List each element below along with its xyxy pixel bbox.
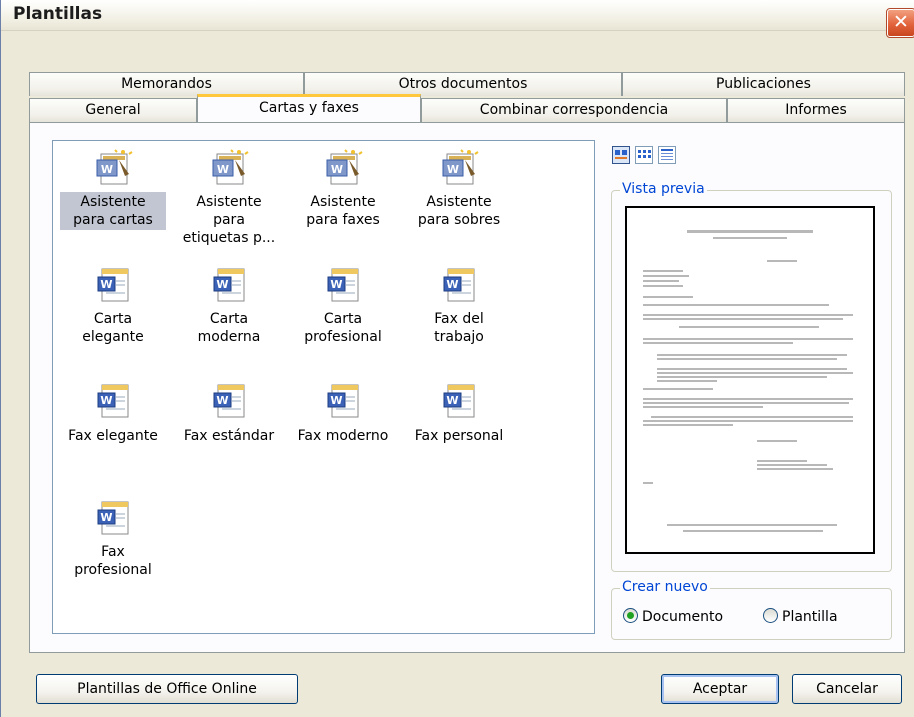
word-template-icon: W [286,377,400,425]
templates-dialog: Plantillas ✕ Memorandos Otros documentos… [0,0,914,717]
tab-cartas-y-faxes[interactable]: Cartas y faxes [197,94,421,122]
close-icon: ✕ [893,11,909,33]
svg-text:W: W [446,278,458,291]
template-label: Carta moderna [197,311,261,345]
template-label: Asistente para faxes [306,194,380,228]
word-template-icon: W [172,261,286,309]
office-online-templates-button[interactable]: Plantillas de Office Online [36,674,298,704]
list-view-button[interactable] [635,146,653,164]
radio-documento[interactable]: Documento [623,608,723,625]
ok-button[interactable]: Aceptar [661,674,779,704]
wizard-icon: W [286,144,400,192]
dialog-title: Plantillas [13,4,103,24]
create-new-legend: Crear nuevo [620,579,710,595]
radio-plantilla[interactable]: Plantilla [763,608,838,625]
template-item[interactable]: W Asistente para faxes [286,144,400,230]
svg-text:W: W [216,394,228,407]
wizard-icon: W [172,144,286,192]
details-view-button[interactable] [658,146,676,164]
svg-text:W: W [446,394,458,407]
svg-text:W: W [330,278,342,291]
template-label: Fax del trabajo [434,311,484,345]
template-label: Asistente para sobres [417,194,501,228]
close-button[interactable]: ✕ [886,8,914,38]
svg-text:W: W [331,163,343,176]
template-item[interactable]: W Fax personal [402,377,516,446]
svg-text:W: W [101,163,113,176]
radio-checked-icon [623,608,638,623]
template-item[interactable]: W Carta profesional [286,261,400,347]
large-icons-view-button[interactable] [612,146,630,164]
template-label: Fax personal [414,428,504,444]
word-template-icon: W [56,261,170,309]
template-label: Fax moderno [297,428,389,444]
tab-general[interactable]: General [29,98,197,122]
svg-text:W: W [100,278,112,291]
details-view-icon [661,149,673,160]
word-template-icon: W [172,377,286,425]
svg-text:W: W [447,163,459,176]
template-item[interactable]: W Carta elegante [56,261,170,347]
template-item[interactable]: W Carta moderna [172,261,286,347]
template-list[interactable]: W Asistente para cartas W Asistente para et… [52,140,595,634]
template-item[interactable]: W Fax elegante [56,377,170,446]
cancel-button[interactable]: Cancelar [792,674,902,704]
template-label: Carta profesional [304,311,382,345]
template-item[interactable]: W Fax del trabajo [402,261,516,347]
template-item[interactable]: W Fax moderno [286,377,400,446]
preview-page-thumbnail [643,230,853,532]
svg-text:W: W [216,278,228,291]
tab-memorandos[interactable]: Memorandos [29,72,304,96]
tab-publicaciones[interactable]: Publicaciones [622,72,905,96]
template-item[interactable]: W Asistente para etiquetas p... [172,144,286,248]
template-label: Asistente para cartas [60,192,166,230]
word-template-icon: W [402,377,516,425]
title-bar[interactable]: Plantillas [1,0,914,31]
template-label: Fax estándar [183,428,275,444]
preview-document [625,206,875,554]
large-icons-view-icon [615,150,627,159]
wizard-icon: W [402,144,516,192]
wizard-icon: W [56,144,170,192]
template-label: Fax elegante [68,428,158,444]
list-view-icon [638,150,651,158]
template-item[interactable]: W Fax profesional [56,494,170,580]
template-label: Asistente para etiquetas p... [182,194,276,246]
tab-otros-documentos[interactable]: Otros documentos [304,72,622,96]
word-template-icon: W [286,261,400,309]
template-item[interactable]: W Asistente para sobres [402,144,516,230]
word-template-icon: W [56,377,170,425]
svg-text:W: W [100,394,112,407]
template-label: Fax profesional [74,544,152,578]
word-template-icon: W [56,494,170,542]
svg-text:W: W [330,394,342,407]
radio-unchecked-icon [763,608,778,623]
svg-text:W: W [217,163,229,176]
template-item[interactable]: W Fax estándar [172,377,286,446]
word-template-icon: W [402,261,516,309]
template-label: Carta elegante [82,311,144,345]
tab-informes[interactable]: Informes [727,98,905,122]
tab-combinar-correspondencia[interactable]: Combinar correspondencia [421,98,727,122]
template-item[interactable]: W Asistente para cartas [56,144,170,230]
preview-legend: Vista previa [620,181,707,197]
svg-text:W: W [100,511,112,524]
